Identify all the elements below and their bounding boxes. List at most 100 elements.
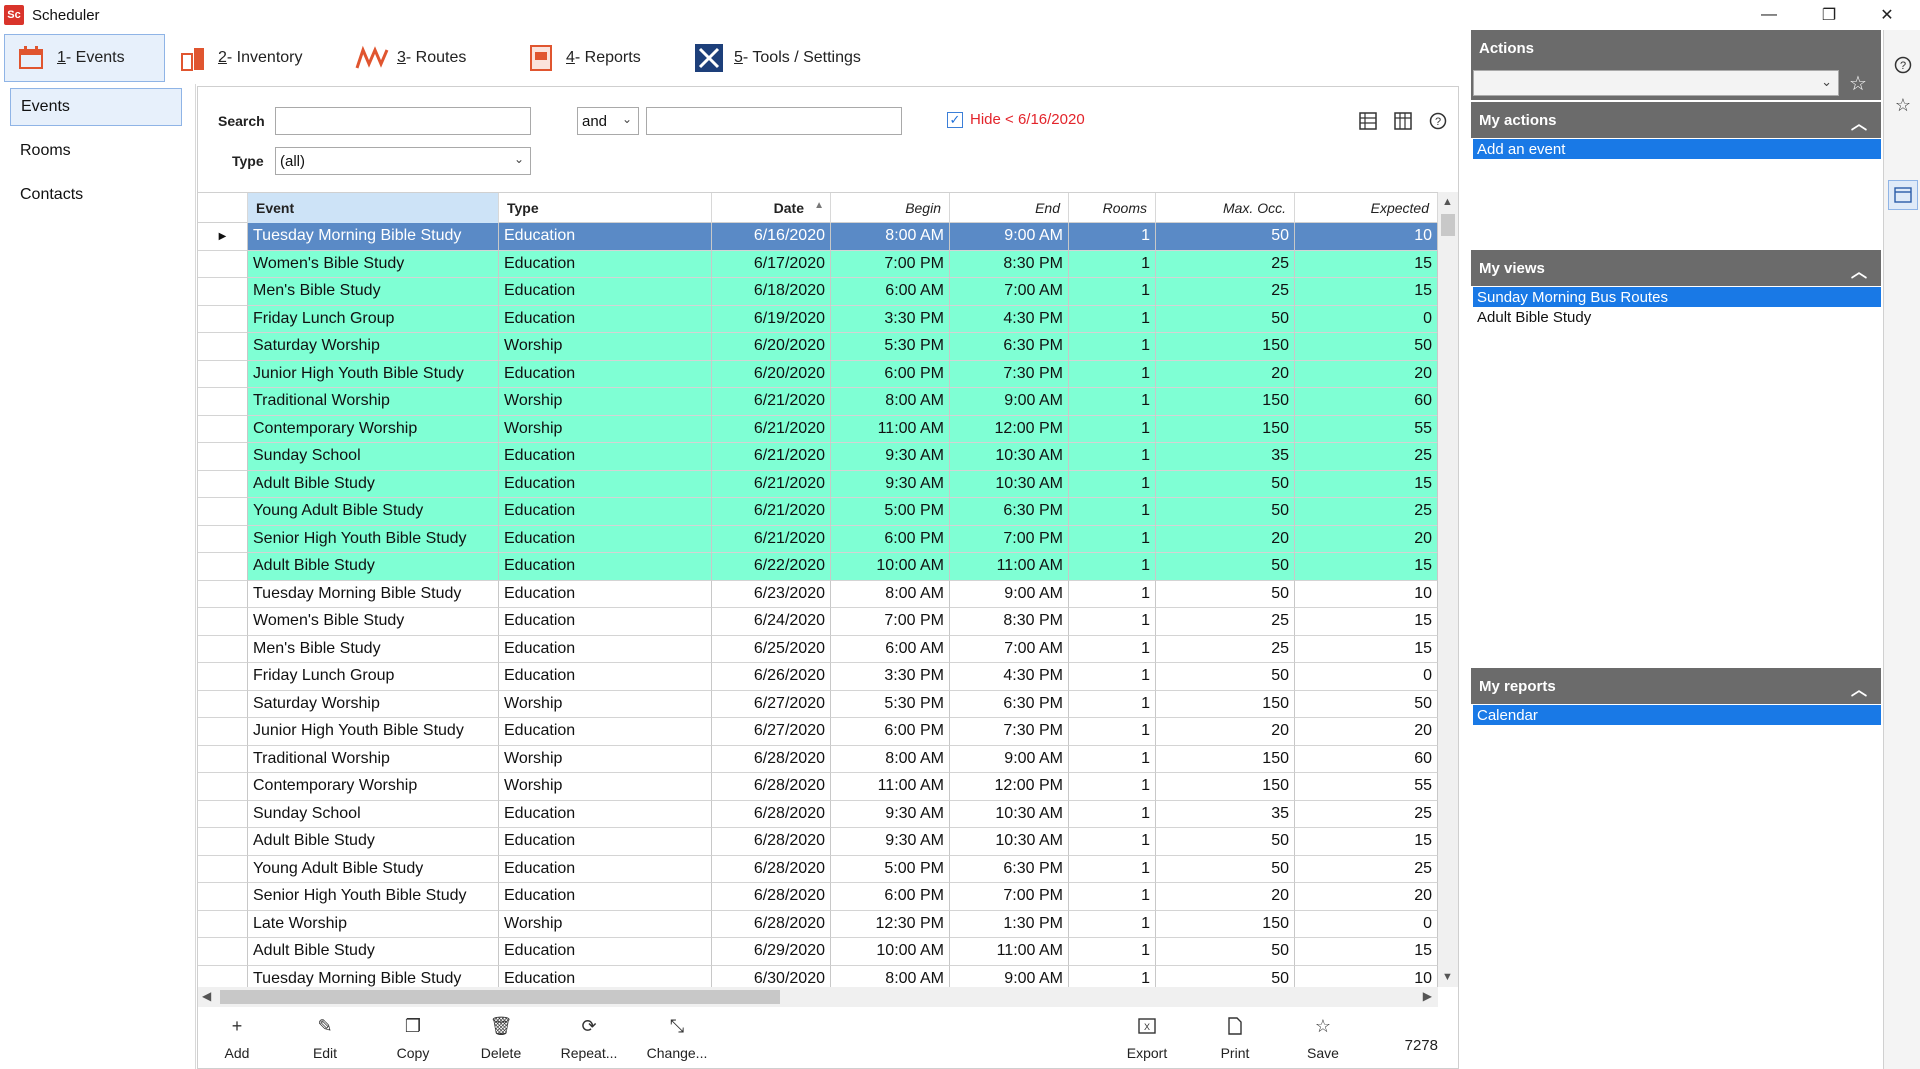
table-cell[interactable]: Traditional Worship <box>248 388 499 416</box>
table-cell[interactable]: 11:00 AM <box>831 415 950 443</box>
table-cell[interactable]: 8:00 AM <box>831 223 950 251</box>
row-header[interactable] <box>198 965 248 987</box>
table-row[interactable]: Senior High Youth Bible Study Education 6/… <box>198 525 1438 553</box>
row-header[interactable] <box>198 333 248 361</box>
row-header[interactable] <box>198 855 248 883</box>
table-cell[interactable]: 50 <box>1156 305 1295 333</box>
nav-item-contacts[interactable]: Contacts <box>10 176 182 214</box>
table-cell[interactable]: 6/22/2020 <box>712 553 831 581</box>
table-cell[interactable]: 25 <box>1295 443 1438 471</box>
table-cell[interactable]: 150 <box>1156 333 1295 361</box>
table-cell[interactable]: 50 <box>1156 553 1295 581</box>
table-cell[interactable]: 20 <box>1156 718 1295 746</box>
table-cell[interactable]: Worship <box>499 773 712 801</box>
grid-settings-icon[interactable] <box>1391 109 1415 133</box>
table-cell[interactable]: 10:30 AM <box>950 800 1069 828</box>
table-cell[interactable]: 20 <box>1156 883 1295 911</box>
table-cell[interactable]: 0 <box>1295 305 1438 333</box>
tab-tools-settings[interactable]: 5 - Tools / Settings <box>692 34 882 82</box>
table-cell[interactable]: Adult Bible Study <box>248 470 499 498</box>
table-cell[interactable]: 1 <box>1069 525 1156 553</box>
table-cell[interactable]: 20 <box>1295 360 1438 388</box>
table-row[interactable]: Junior High Youth Bible Study Education 6/… <box>198 360 1438 388</box>
table-cell[interactable]: 6/20/2020 <box>712 333 831 361</box>
my-reports-header[interactable]: My reports ︿ <box>1471 668 1881 704</box>
row-header[interactable] <box>198 745 248 773</box>
table-cell[interactable]: 50 <box>1156 580 1295 608</box>
vertical-scrollbar[interactable]: ▲ ▼ <box>1438 192 1458 987</box>
table-cell[interactable]: 55 <box>1295 415 1438 443</box>
table-cell[interactable]: 6/28/2020 <box>712 773 831 801</box>
table-cell[interactable]: 8:00 AM <box>831 388 950 416</box>
print-button[interactable]: Print <box>1200 1013 1270 1067</box>
tab-reports[interactable]: 4 - Reports <box>524 34 654 82</box>
scroll-down-icon[interactable]: ▼ <box>1442 971 1453 983</box>
table-cell[interactable]: 150 <box>1156 910 1295 938</box>
table-cell[interactable]: 9:30 AM <box>831 443 950 471</box>
table-cell[interactable]: Tuesday Morning Bible Study <box>248 223 499 251</box>
table-cell[interactable]: 10:00 AM <box>831 938 950 966</box>
table-cell[interactable]: Education <box>499 608 712 636</box>
table-row[interactable]: Young Adult Bible Study Education 6/21/202… <box>198 498 1438 526</box>
table-cell[interactable]: 9:00 AM <box>950 965 1069 987</box>
table-cell[interactable]: 20 <box>1295 525 1438 553</box>
table-cell[interactable]: Education <box>499 305 712 333</box>
table-cell[interactable]: 25 <box>1295 855 1438 883</box>
table-cell[interactable]: Worship <box>499 910 712 938</box>
table-cell[interactable]: 1 <box>1069 828 1156 856</box>
table-cell[interactable]: 10 <box>1295 223 1438 251</box>
table-cell[interactable]: 6/28/2020 <box>712 855 831 883</box>
table-cell[interactable]: 6/28/2020 <box>712 883 831 911</box>
edit-button[interactable]: ✎ Edit <box>290 1013 360 1067</box>
table-row[interactable]: Tuesday Morning Bible Study Education 6/23… <box>198 580 1438 608</box>
table-cell[interactable]: Tuesday Morning Bible Study <box>248 965 499 987</box>
table-row[interactable]: Friday Lunch Group Education 6/26/2020 3:30… <box>198 663 1438 691</box>
table-cell[interactable]: 1 <box>1069 278 1156 306</box>
table-cell[interactable]: Worship <box>499 388 712 416</box>
table-row[interactable]: Tuesday Morning Bible Study Education 6/30… <box>198 965 1438 987</box>
table-row[interactable]: Late Worship Worship 6/28/2020 12:30 PM 1:30… <box>198 910 1438 938</box>
table-cell[interactable]: 10:30 AM <box>950 828 1069 856</box>
export-button[interactable]: X Export <box>1112 1013 1182 1067</box>
table-cell[interactable]: 25 <box>1156 608 1295 636</box>
table-cell[interactable]: 1 <box>1069 388 1156 416</box>
table-cell[interactable]: 150 <box>1156 415 1295 443</box>
table-cell[interactable]: 6/28/2020 <box>712 910 831 938</box>
my-view-item[interactable]: Adult Bible Study <box>1473 307 1881 327</box>
table-cell[interactable]: 6/20/2020 <box>712 360 831 388</box>
row-header[interactable] <box>198 278 248 306</box>
table-cell[interactable]: 6/30/2020 <box>712 965 831 987</box>
table-row[interactable]: Contemporary Worship Worship 6/28/2020 11:0… <box>198 773 1438 801</box>
table-cell[interactable]: 1 <box>1069 608 1156 636</box>
my-view-item[interactable]: Sunday Morning Bus Routes <box>1473 287 1881 307</box>
repeat-button[interactable]: ⟳ Repeat... <box>554 1013 624 1067</box>
table-cell[interactable]: 50 <box>1156 855 1295 883</box>
table-cell[interactable]: 60 <box>1295 745 1438 773</box>
my-views-header[interactable]: My views ︿ <box>1471 250 1881 286</box>
table-cell[interactable]: 15 <box>1295 470 1438 498</box>
table-cell[interactable]: Late Worship <box>248 910 499 938</box>
table-cell[interactable]: 1 <box>1069 718 1156 746</box>
table-cell[interactable]: 25 <box>1156 278 1295 306</box>
table-cell[interactable]: 9:00 AM <box>950 223 1069 251</box>
help-icon[interactable]: ? <box>1888 50 1918 80</box>
table-cell[interactable]: 35 <box>1156 800 1295 828</box>
table-cell[interactable]: Education <box>499 635 712 663</box>
table-row[interactable]: Senior High Youth Bible Study Education 6/… <box>198 883 1438 911</box>
my-actions-header[interactable]: My actions ︿ <box>1471 102 1881 138</box>
table-row[interactable]: Traditional Worship Worship 6/21/2020 8:00 … <box>198 388 1438 416</box>
column-header-date[interactable]: Date ▲ <box>712 193 831 223</box>
table-cell[interactable]: 35 <box>1156 443 1295 471</box>
table-cell[interactable]: 1 <box>1069 965 1156 987</box>
table-cell[interactable]: 1 <box>1069 553 1156 581</box>
table-cell[interactable]: 4:30 PM <box>950 305 1069 333</box>
table-cell[interactable]: 50 <box>1156 223 1295 251</box>
change-button[interactable]: ⤡ Change... <box>642 1013 712 1067</box>
table-cell[interactable]: 9:00 AM <box>950 580 1069 608</box>
table-row[interactable]: Friday Lunch Group Education 6/19/2020 3:30… <box>198 305 1438 333</box>
table-cell[interactable]: 7:00 PM <box>831 608 950 636</box>
table-cell[interactable]: 6/16/2020 <box>712 223 831 251</box>
horizontal-scrollbar[interactable]: ◀ ▶ <box>198 987 1438 1007</box>
table-cell[interactable]: 50 <box>1156 965 1295 987</box>
table-cell[interactable]: 1 <box>1069 800 1156 828</box>
